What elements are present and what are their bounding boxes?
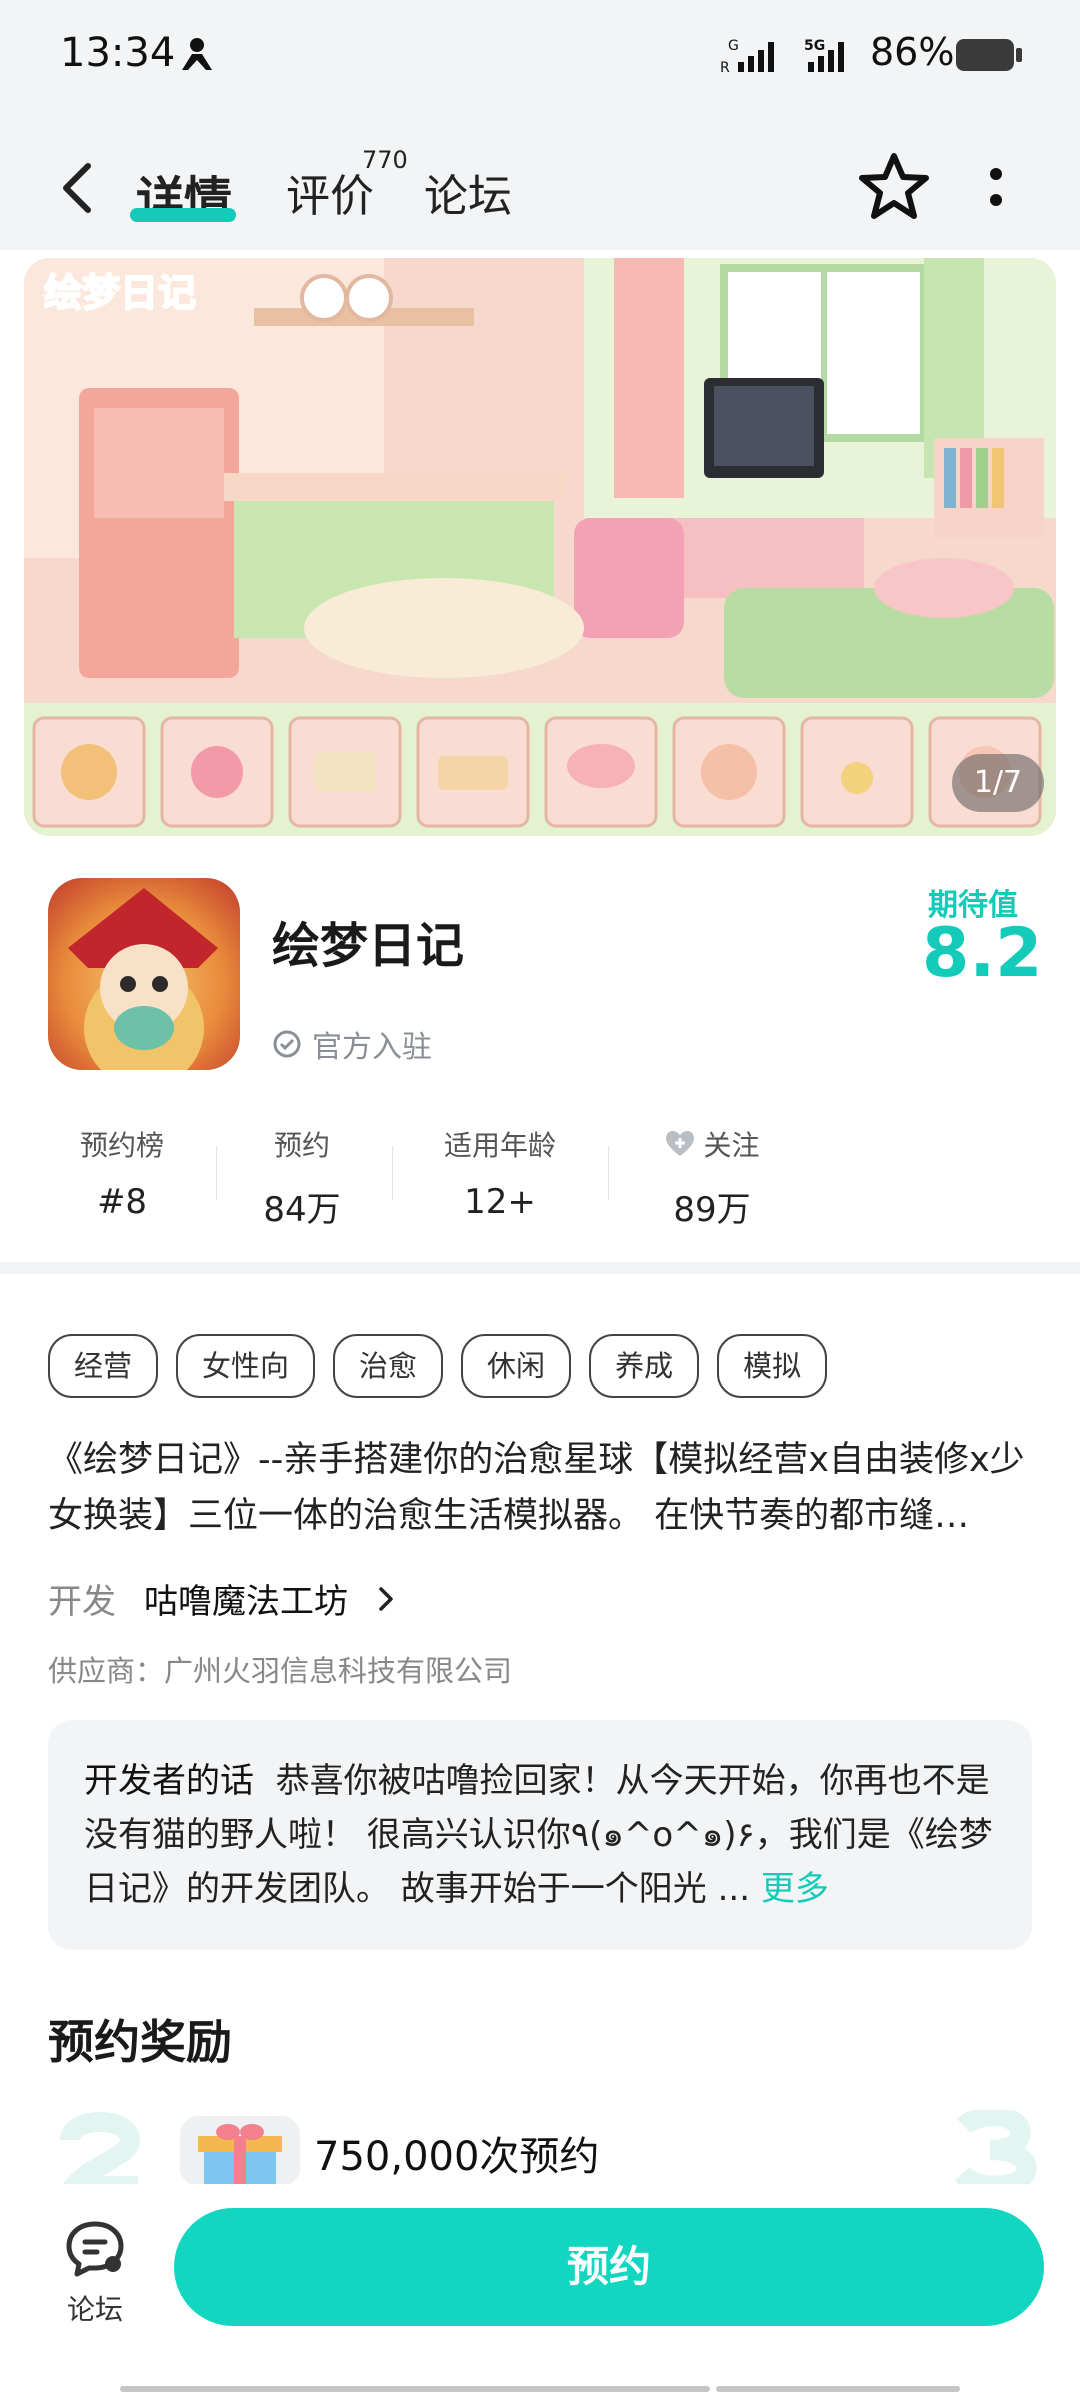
stat-ranking[interactable]: 预约榜 #8 — [22, 1124, 222, 1222]
stat-label: 关注 — [703, 1129, 760, 1162]
app-icon — [48, 878, 240, 1070]
signal-5g-icon: 5G — [804, 38, 844, 72]
stat-value: #8 — [96, 1182, 148, 1222]
svg-text:R: R — [720, 60, 730, 76]
gift-icon — [180, 2116, 300, 2186]
tag[interactable]: 休闲 — [461, 1334, 572, 1398]
banner-title-art: 绘梦日记 — [44, 271, 196, 315]
stat-value: 89万 — [673, 1190, 751, 1230]
supplier-info: 供应商：广州火羽信息科技有限公司 — [48, 1654, 513, 1688]
more-options-icon[interactable] — [984, 160, 1008, 216]
stat-divider — [392, 1146, 393, 1200]
tag[interactable]: 治愈 — [333, 1334, 444, 1398]
game-description[interactable]: 《绘梦日记》--亲手搭建你的治愈星球【模拟经营x自由装修x少女换装】三位一体的治… — [48, 1432, 1038, 1544]
developer-row[interactable]: 开发 咕噜魔法工坊 — [48, 1574, 396, 1623]
battery-icon — [956, 39, 1022, 71]
expectation-score: 8.2 — [922, 914, 1043, 993]
stat-value: 84万 — [263, 1190, 341, 1230]
developer-words-card[interactable]: 开发者的话 恭喜你被咕噜捡回家！从今天开始，你再也不是没有猫的野人啦！ 很高兴认… — [48, 1720, 1032, 1950]
reward-section-title: 预约奖励 — [48, 2015, 232, 2069]
heart-plus-icon — [665, 1131, 694, 1156]
reward-number-decoration — [954, 2110, 1037, 2186]
check-circle-icon — [273, 1030, 301, 1058]
room-illustration: 绘梦日记 — [24, 258, 1056, 836]
stat-label: 适用年龄 — [443, 1129, 556, 1162]
notification-icon — [182, 38, 212, 70]
tag[interactable]: 养成 — [589, 1334, 700, 1398]
stat-label: 预约 — [273, 1129, 330, 1162]
game-banner[interactable]: 绘梦日记 — [24, 258, 1056, 836]
star-favorite-icon[interactable] — [858, 150, 930, 222]
app-name: 绘梦日记 — [272, 918, 465, 974]
status-time: 13:34 — [60, 30, 176, 76]
developer-label: 开发 — [48, 1582, 116, 1622]
official-badge-label: 官方入驻 — [312, 1030, 432, 1065]
developer-words-title: 开发者的话 — [84, 1761, 254, 1801]
gesture-bar — [370, 2386, 710, 2392]
forum-label: 论坛 — [66, 2293, 123, 2326]
banner-page-indicator: 1/7 — [952, 754, 1044, 812]
stat-label: 预约榜 — [79, 1129, 164, 1162]
stat-age: 适用年龄 12+ — [400, 1124, 600, 1222]
battery-percent: 86% — [870, 30, 955, 74]
reward-number-decoration — [60, 2112, 141, 2186]
reserve-button[interactable]: 预约 — [174, 2208, 1044, 2326]
gesture-bar — [716, 2386, 960, 2392]
svg-text:5G: 5G — [804, 38, 825, 54]
forum-button[interactable]: 论坛 — [40, 2218, 150, 2338]
stat-value: 12+ — [464, 1182, 536, 1222]
tag[interactable]: 女性向 — [176, 1334, 316, 1398]
stat-reservations: 预约 84万 — [202, 1124, 402, 1231]
tab-active-indicator — [130, 208, 236, 222]
tab-reviews[interactable]: 评价 — [286, 160, 374, 224]
stat-label-row: 关注 — [612, 1124, 812, 1164]
tab-forum[interactable]: 论坛 — [424, 160, 512, 224]
reward-milestone: 750,000次预约 — [314, 2134, 600, 2180]
more-link[interactable]: 更多 — [761, 1869, 829, 1909]
tag[interactable]: 模拟 — [717, 1334, 828, 1398]
stat-follow[interactable]: 关注 89万 — [612, 1124, 812, 1231]
signal-g-icon: G R — [720, 38, 774, 76]
chevron-right-icon — [379, 1586, 393, 1611]
forum-chat-icon — [66, 2221, 124, 2277]
review-count: 770 — [362, 146, 408, 174]
svg-text:G: G — [728, 38, 739, 54]
stat-divider — [608, 1146, 609, 1200]
developer-words-content: 开发者的话 恭喜你被咕噜捡回家！从今天开始，你再也不是没有猫的野人啦！ 很高兴认… — [84, 1754, 1004, 1916]
section-divider — [0, 1262, 1080, 1274]
official-badge: 官方入驻 — [272, 1022, 432, 1066]
tag[interactable]: 经营 — [48, 1334, 159, 1398]
back-icon[interactable] — [58, 160, 98, 216]
tag-list: 经营 女性向 治愈 休闲 养成 模拟 — [48, 1334, 828, 1398]
developer-name: 咕噜魔法工坊 — [144, 1582, 348, 1622]
